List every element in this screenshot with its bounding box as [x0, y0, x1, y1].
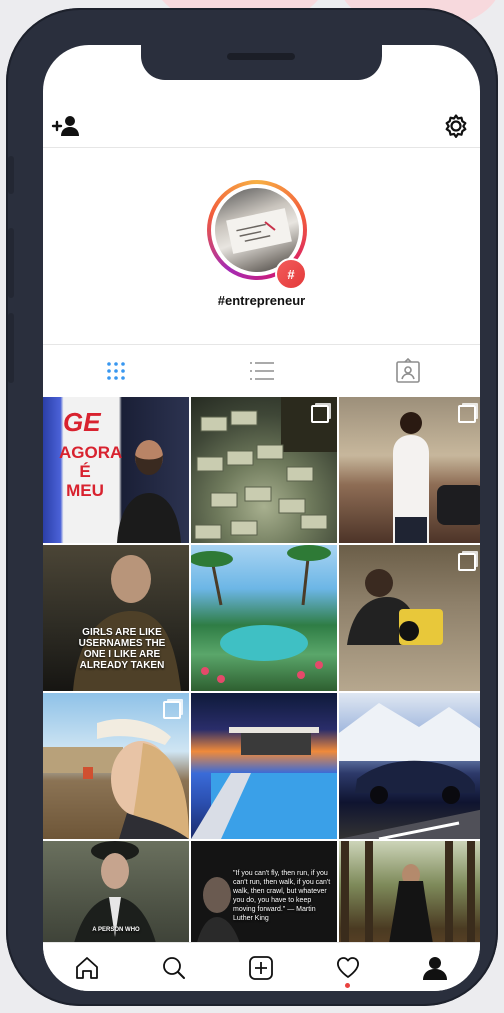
hashtag-badge: #	[275, 258, 307, 290]
post-thumbnail[interactable]	[339, 693, 480, 839]
side-button	[8, 228, 14, 298]
gear-icon[interactable]	[441, 111, 471, 141]
post-thumbnail[interactable]	[191, 545, 337, 691]
top-bar	[43, 105, 480, 148]
list-icon	[250, 362, 274, 380]
plus-square-icon	[248, 955, 273, 980]
side-button	[8, 313, 14, 383]
user-icon	[422, 956, 447, 980]
carousel-icon	[163, 701, 181, 719]
notification-dot	[345, 983, 350, 988]
add-user-icon[interactable]	[51, 111, 81, 141]
tab-tagged[interactable]	[335, 345, 480, 397]
post-thumbnail[interactable]: A PERSON WHO	[43, 841, 189, 942]
phone-frame: # #entrepreneur GE AGORA É MEU GIRLS ARE…	[6, 8, 498, 1006]
side-button	[8, 156, 14, 194]
posts-grid: GE AGORA É MEU GIRLS ARE LIKE USERNAMES …	[43, 397, 480, 942]
post-thumbnail[interactable]	[191, 693, 337, 839]
phone-screen: # #entrepreneur GE AGORA É MEU GIRLS ARE…	[43, 45, 480, 991]
post-thumbnail[interactable]: "If you can't fly, then run, if you can'…	[191, 841, 337, 942]
post-thumbnail[interactable]: GIRLS ARE LIKE USERNAMES THE ONE I LIKE …	[43, 545, 189, 691]
post-thumbnail[interactable]	[339, 397, 480, 543]
heart-icon	[336, 956, 359, 978]
home-icon	[75, 956, 98, 979]
grid-icon	[107, 362, 125, 380]
tab-list[interactable]	[189, 345, 335, 397]
post-thumbnail[interactable]	[339, 841, 480, 942]
post-thumbnail[interactable]	[43, 693, 189, 839]
view-tabs	[43, 344, 480, 397]
speaker	[227, 53, 295, 60]
post-thumbnail[interactable]	[191, 397, 337, 543]
carousel-icon	[458, 405, 476, 423]
nav-search[interactable]	[130, 943, 217, 991]
search-icon	[162, 956, 185, 979]
post-overlay-text: GIRLS ARE LIKE USERNAMES THE ONE I LIKE …	[78, 627, 166, 671]
post-overlay-text: "If you can't fly, then run, if you can'…	[233, 870, 331, 922]
tab-grid[interactable]	[43, 345, 189, 397]
nav-activity[interactable]	[304, 943, 391, 991]
carousel-icon	[311, 405, 329, 423]
bottom-nav	[43, 942, 480, 991]
nav-profile[interactable]	[391, 943, 478, 991]
nav-home[interactable]	[43, 943, 130, 991]
post-thumbnail[interactable]	[339, 545, 480, 691]
carousel-icon	[458, 553, 476, 571]
profile-header: # #entrepreneur	[43, 148, 480, 344]
notch	[141, 45, 382, 80]
tagged-user-icon	[396, 358, 420, 383]
post-thumbnail[interactable]: GE AGORA É MEU	[43, 397, 189, 543]
post-overlay-text: A PERSON WHO	[92, 927, 140, 933]
profile-handle: #entrepreneur	[217, 293, 306, 308]
nav-new-post[interactable]	[217, 943, 304, 991]
